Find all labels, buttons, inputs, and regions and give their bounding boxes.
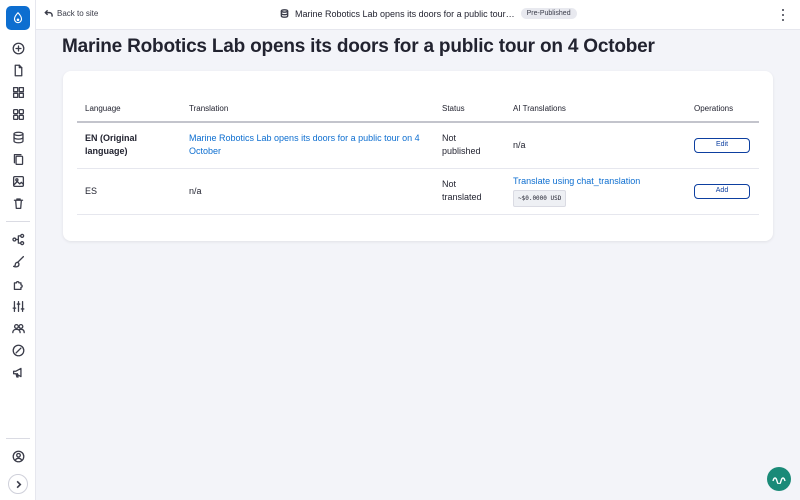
translate-link[interactable]: Translate using chat_translation	[513, 176, 640, 186]
sidebar-divider	[6, 221, 30, 222]
cost-estimate-badge: ~$0.0000 USD	[513, 190, 567, 207]
status-cell: Not published	[434, 122, 505, 169]
more-options-icon[interactable]	[778, 9, 788, 21]
grid-icon[interactable]	[8, 82, 28, 102]
sidebar	[0, 0, 36, 500]
reports-icon[interactable]	[8, 340, 28, 360]
ai-translation-cell: n/a	[505, 122, 686, 169]
back-to-site-label: Back to site	[57, 9, 99, 18]
edit-button[interactable]: Edit	[694, 137, 750, 153]
page-title: Marine Robotics Lab opens its doors for …	[62, 36, 655, 57]
document-icon[interactable]	[8, 60, 28, 80]
language-cell: EN (Original language)	[77, 122, 181, 169]
translation-cell: Marine Robotics Lab opens its doors for …	[181, 122, 434, 169]
chat-assistant-button[interactable]	[767, 467, 791, 491]
column-header-translation: Translation	[181, 96, 434, 123]
table-row: EN (Original language) Marine Robotics L…	[77, 122, 759, 169]
column-header-status: Status	[434, 96, 505, 123]
back-arrow-icon	[44, 9, 53, 17]
column-header-operations: Operations	[686, 96, 759, 123]
brush-icon[interactable]	[8, 251, 28, 271]
chevron-right-icon[interactable]	[8, 474, 28, 494]
language-cell: ES	[77, 168, 181, 215]
column-header-language: Language	[77, 96, 181, 123]
copy-icon[interactable]	[8, 149, 28, 169]
translations-card: Language Translation Status AI Translati…	[63, 71, 773, 241]
drupal-logo[interactable]	[6, 6, 30, 30]
database-icon[interactable]	[8, 127, 28, 147]
sliders-icon[interactable]	[8, 296, 28, 316]
top-bar: Back to site Marine Robotics Lab opens i…	[36, 0, 800, 30]
ai-translation-cell: Translate using chat_translation ~$0.000…	[505, 168, 686, 215]
translation-link[interactable]: Marine Robotics Lab opens its doors for …	[189, 133, 420, 156]
media-icon[interactable]	[8, 171, 28, 191]
structure-icon[interactable]	[8, 229, 28, 249]
megaphone-icon[interactable]	[8, 362, 28, 382]
column-header-ai-translations: AI Translations	[505, 96, 686, 123]
node-header: Marine Robotics Lab opens its doors for …	[280, 8, 577, 19]
sidebar-divider	[6, 438, 30, 439]
operations-cell: Edit	[686, 122, 759, 169]
puzzle-icon[interactable]	[8, 274, 28, 294]
add-button[interactable]: Add	[694, 183, 750, 199]
drop-icon	[13, 11, 23, 24]
translation-cell: n/a	[181, 168, 434, 215]
back-to-site-link[interactable]: Back to site	[44, 9, 98, 18]
status-badge: Pre-Published	[520, 8, 577, 19]
add-icon[interactable]	[8, 38, 28, 58]
table-row: ES n/a Not translated Translate using ch…	[77, 168, 759, 215]
operations-cell: Add	[686, 168, 759, 215]
trash-icon[interactable]	[8, 193, 28, 213]
table-header-row: Language Translation Status AI Translati…	[77, 96, 759, 123]
apps-icon[interactable]	[8, 104, 28, 124]
translations-table: Language Translation Status AI Translati…	[77, 96, 759, 215]
user-icon[interactable]	[8, 446, 28, 466]
people-icon[interactable]	[8, 318, 28, 338]
database-icon	[280, 9, 289, 18]
status-cell: Not translated	[434, 168, 505, 215]
assistant-icon	[772, 477, 786, 484]
node-title: Marine Robotics Lab opens its doors for …	[295, 8, 515, 19]
